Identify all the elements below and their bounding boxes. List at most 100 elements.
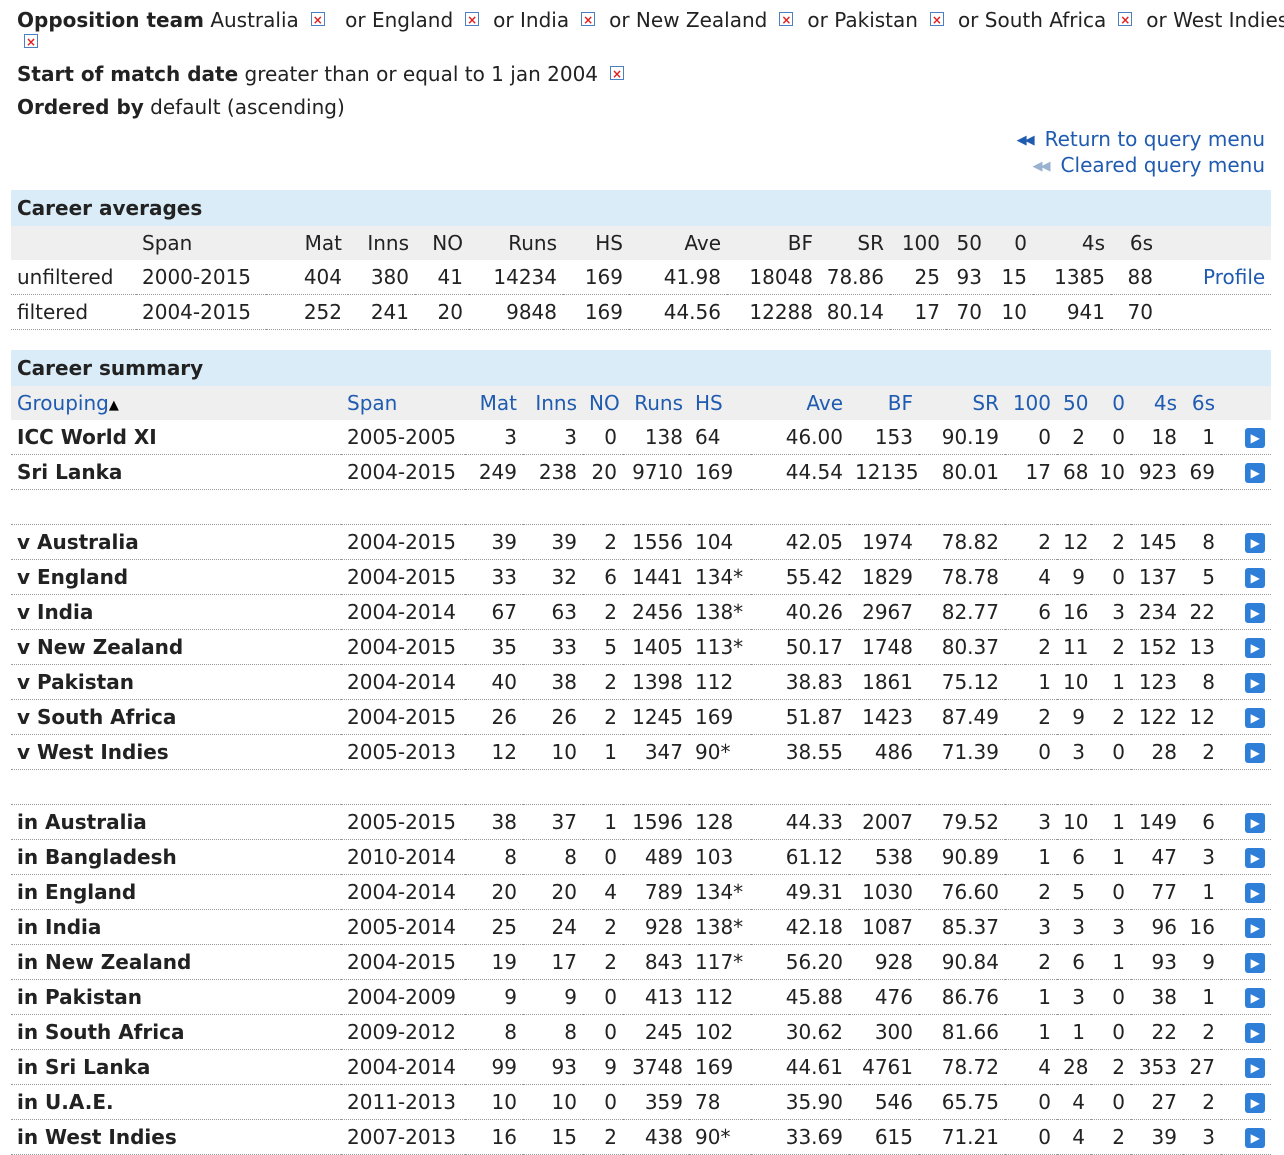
table-cell: 238	[523, 454, 583, 490]
play-arrow-icon[interactable]: ▶	[1245, 1093, 1266, 1113]
row-action-cell: ▶	[1221, 559, 1272, 595]
grouping-label: Sri Lanka	[11, 454, 341, 490]
table-cell: 2004-2015	[341, 559, 465, 595]
column-header[interactable]: HS	[689, 386, 751, 420]
table-cell: 0	[1005, 1119, 1057, 1155]
column-header-label: Runs	[634, 391, 683, 415]
table-cell: 82.77	[919, 594, 1005, 630]
sort-ascending-icon[interactable]: ▲	[109, 398, 119, 413]
table-cell: 2004-2015	[341, 944, 465, 980]
remove-filter-icon[interactable]: ×	[1118, 12, 1133, 27]
table-cell: 3	[1005, 804, 1057, 840]
play-arrow-icon[interactable]: ▶	[1245, 708, 1266, 728]
table-cell: 3	[465, 420, 523, 455]
table-cell: 0	[583, 1014, 623, 1050]
table-cell: 0	[1005, 1084, 1057, 1120]
cleared-query-menu-link[interactable]: ◀◀ Cleared query menu	[1033, 153, 1265, 179]
table-cell: 86.76	[919, 979, 1005, 1015]
column-header[interactable]: Ave	[751, 386, 849, 420]
table-cell: 1	[583, 734, 623, 770]
play-arrow-icon[interactable]: ▶	[1245, 533, 1266, 553]
column-header[interactable]: 0	[1091, 386, 1131, 420]
remove-filter-icon[interactable]: ×	[24, 34, 38, 49]
table-cell: 2	[1005, 524, 1057, 560]
table-cell: 38.83	[751, 664, 849, 700]
column-header[interactable]: Inns	[523, 386, 583, 420]
play-arrow-icon[interactable]: ▶	[1245, 988, 1266, 1008]
remove-filter-icon[interactable]: ×	[465, 12, 480, 27]
grouping-label: in Sri Lanka	[11, 1049, 341, 1085]
play-arrow-icon[interactable]: ▶	[1245, 883, 1266, 903]
column-header[interactable]: Span	[341, 386, 465, 420]
table-cell: 70	[1111, 294, 1159, 330]
summary-row: v New Zealand 2004-2015 35 33 5 1405 113* 50.17…	[11, 629, 1272, 665]
play-arrow-icon[interactable]: ▶	[1245, 918, 1266, 938]
grouping-label: in Australia	[11, 804, 341, 840]
profile-link[interactable]: Profile	[1159, 260, 1272, 295]
grouping-label: in India	[11, 909, 341, 945]
table-cell: 2	[583, 524, 623, 560]
column-header[interactable]: NO	[583, 386, 623, 420]
column-header[interactable]: 4s	[1131, 386, 1183, 420]
table-cell: 1	[1091, 664, 1131, 700]
table-cell: 3748	[623, 1049, 689, 1085]
remove-filter-icon[interactable]: ×	[310, 12, 325, 27]
table-cell: 1	[1005, 979, 1057, 1015]
row-action-cell: ▶	[1221, 734, 1272, 770]
table-cell: 22	[1131, 1014, 1183, 1050]
separator-cell	[11, 769, 1272, 805]
summary-row: v West Indies 2005-2013 12 10 1 347 90* 38.55 48…	[11, 734, 1272, 770]
play-arrow-icon[interactable]: ▶	[1245, 813, 1266, 833]
table-cell: 0	[583, 1084, 623, 1120]
play-arrow-icon[interactable]: ▶	[1245, 1128, 1266, 1148]
column-header[interactable]: BF	[849, 386, 919, 420]
table-cell: 2456	[623, 594, 689, 630]
table-cell: 3	[1005, 909, 1057, 945]
remove-filter-icon[interactable]: ×	[929, 12, 944, 27]
table-cell: 6	[1057, 839, 1091, 875]
page: Opposition team Australia × or England × or…	[0, 0, 1284, 1155]
column-header[interactable]: 6s	[1183, 386, 1221, 420]
play-arrow-icon[interactable]: ▶	[1245, 743, 1266, 763]
remove-filter-icon[interactable]: ×	[779, 12, 794, 27]
play-arrow-icon[interactable]: ▶	[1245, 638, 1266, 658]
table-cell: 90*	[689, 1119, 751, 1155]
remove-filter-icon[interactable]: ×	[581, 12, 596, 27]
table-cell: 2004-2014	[341, 594, 465, 630]
column-header[interactable]: SR	[919, 386, 1005, 420]
table-cell: 1556	[623, 524, 689, 560]
summary-row: in New Zealand 2004-2015 19 17 2 843 117* 56.20…	[11, 944, 1272, 980]
play-arrow-icon[interactable]: ▶	[1245, 848, 1266, 868]
table-cell: 149	[1131, 804, 1183, 840]
column-header[interactable]: 100	[1005, 386, 1057, 420]
remove-filter-icon[interactable]: ×	[610, 66, 625, 81]
play-arrow-icon[interactable]: ▶	[1245, 463, 1266, 483]
play-arrow-icon[interactable]: ▶	[1245, 1058, 1266, 1078]
play-arrow-icon[interactable]: ▶	[1245, 1023, 1266, 1043]
table-cell: 241	[348, 294, 415, 330]
table-cell: 99	[465, 1049, 523, 1085]
play-arrow-icon[interactable]: ▶	[1245, 428, 1266, 448]
table-cell: 40.26	[751, 594, 849, 630]
play-arrow-icon[interactable]: ▶	[1245, 568, 1266, 588]
column-header[interactable]: 50	[1057, 386, 1091, 420]
play-arrow-icon[interactable]: ▶	[1245, 953, 1266, 973]
table-cell: 0	[1091, 1084, 1131, 1120]
column-header[interactable]: Mat	[465, 386, 523, 420]
play-arrow-icon[interactable]: ▶	[1245, 673, 1266, 693]
table-cell: 546	[849, 1084, 919, 1120]
table-cell: 18048	[727, 260, 819, 295]
grouping-sort-header[interactable]: Grouping▲	[11, 386, 341, 420]
summary-row: in Pakistan 2004-2009 9 9 0 413 112 45.88 476 86.…	[11, 979, 1272, 1015]
column-header[interactable]: Runs	[623, 386, 689, 420]
table-cell: 1	[1183, 874, 1221, 910]
table-cell: 90.89	[919, 839, 1005, 875]
table-cell: 27	[1183, 1049, 1221, 1085]
return-to-query-menu-link[interactable]: ◀◀ Return to query menu	[1017, 127, 1265, 153]
play-arrow-icon[interactable]: ▶	[1245, 603, 1266, 623]
table-cell: filtered	[11, 294, 136, 330]
table-cell: 252	[266, 294, 348, 330]
table-cell: 0	[583, 839, 623, 875]
column-header: BF	[727, 226, 819, 260]
cleared-link-label: Cleared query menu	[1060, 153, 1265, 177]
